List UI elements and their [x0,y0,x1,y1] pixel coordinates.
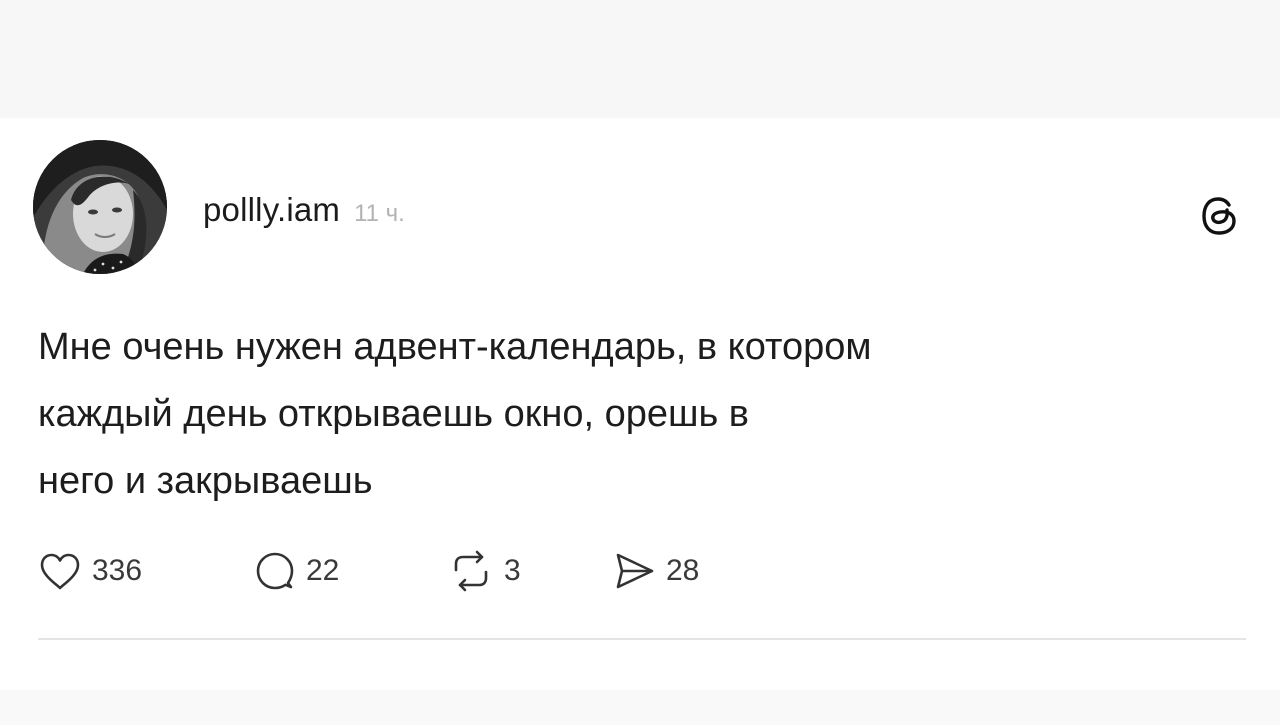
threads-logo-icon [1202,197,1236,235]
like-button[interactable]: 336 [38,546,142,596]
like-count: 336 [92,554,143,587]
divider [38,638,1246,640]
top-background [0,0,1280,118]
repost-button[interactable]: 3 [448,546,521,596]
post-text: Мне очень нужен адвент-календарь, в кото… [38,314,1218,515]
post-text-line: Мне очень нужен адвент-календарь, в кото… [38,326,872,368]
post-header: pollly.iam 11 ч. [203,191,405,231]
username[interactable]: pollly.iam [203,191,340,229]
repost-count: 3 [504,554,521,587]
threads-post: pollly.iam 11 ч. Мне очень нужен адвент-… [0,118,1280,690]
post-actions: 336 22 3 28 [38,546,798,596]
comment-button[interactable]: 22 [254,546,339,596]
repost-icon [454,550,488,592]
post-time: 11 ч. [354,200,405,227]
share-count: 28 [666,554,700,587]
send-icon [616,553,654,589]
comment-bubble-icon [256,552,294,590]
threads-icon[interactable] [1198,194,1242,238]
comment-count: 22 [306,554,340,587]
bottom-background [0,690,1280,725]
share-button[interactable]: 28 [612,546,699,596]
post-text-line: каждый день открываешь окно, орешь в [38,393,749,435]
heart-icon [40,553,80,590]
avatar[interactable] [33,140,167,274]
post-text-line: него и закрываешь [38,460,373,502]
avatar-photo-icon [33,140,167,274]
